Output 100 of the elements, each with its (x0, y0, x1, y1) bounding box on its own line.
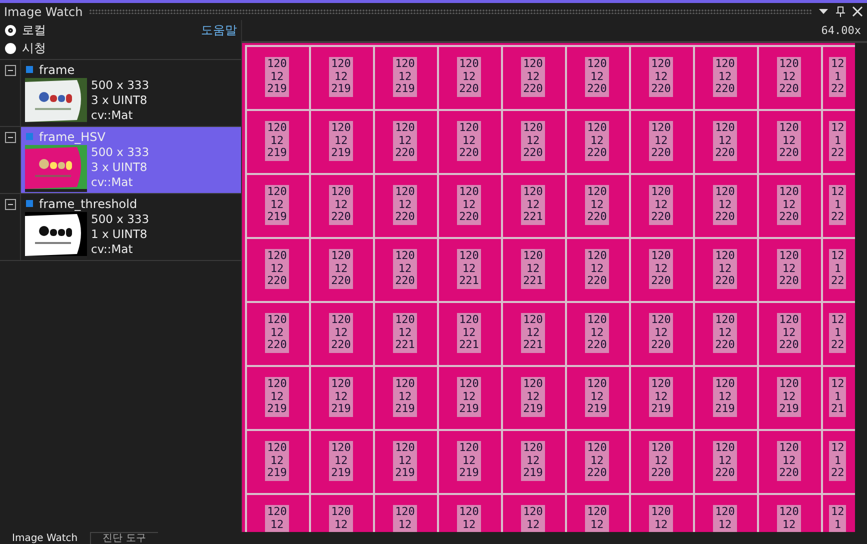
pixel-value: 120 12 221 (521, 249, 545, 288)
pixel-value: 120 12 220 (585, 185, 609, 224)
image-name: frame_HSV (39, 130, 106, 144)
pixel-value: 120 12 219 (393, 377, 417, 416)
radio-label: 시청 (22, 40, 46, 57)
pixel-value: 120 12 219 (393, 57, 417, 96)
image-type: cv::Mat (91, 175, 134, 190)
pixel-value: 120 12 220 (777, 185, 801, 224)
pixel-value: 120 12 220 (585, 441, 609, 480)
window-title: Image Watch (4, 4, 83, 18)
pixel-value: 120 12 (649, 505, 673, 532)
pixel-value: 120 12 220 (777, 121, 801, 160)
pixel-value: 120 12 220 (393, 121, 417, 160)
image-icon (26, 200, 33, 207)
pixel-value: 120 12 219 (329, 377, 353, 416)
pixel-value: 120 12 220 (713, 249, 737, 288)
pin-icon[interactable] (835, 6, 846, 17)
pixel-value: 120 12 220 (457, 185, 481, 224)
pixel-value: 120 12 219 (329, 121, 353, 160)
bottom-tab[interactable]: Image Watch (0, 533, 90, 544)
pixel-value: 120 12 220 (777, 249, 801, 288)
pixel-value: 120 12 220 (649, 249, 673, 288)
image-icon (26, 133, 33, 140)
pixel-value: 120 12 219 (585, 377, 609, 416)
pixel-value: 120 12 219 (457, 377, 481, 416)
pixel-value: 120 12 219 (713, 377, 737, 416)
image-type: cv::Mat (91, 108, 134, 123)
pixel-value: 12 1 22 (829, 249, 846, 288)
pixel-value: 120 12 221 (521, 313, 545, 352)
image-name: frame_threshold (39, 196, 138, 210)
pixel-value: 120 12 (777, 505, 801, 532)
help-link[interactable]: 도움말 (201, 22, 237, 39)
pixel-value: 12 1 (829, 505, 846, 532)
image-channels: 3 x UINT8 (91, 160, 148, 175)
pixel-value: 120 12 220 (521, 57, 545, 96)
pixel-value: 120 12 220 (393, 185, 417, 224)
pixel-value: 120 12 221 (457, 313, 481, 352)
image-list-item[interactable]: frame_HSV 500 x 333 3 x UINT8 cv::Mat (21, 127, 241, 193)
radio-button[interactable] (5, 43, 16, 54)
collapse-toggle[interactable] (4, 65, 16, 76)
image-list-item[interactable]: frame 500 x 333 3 x UINT8 cv::Mat (21, 60, 241, 126)
pixel-value: 120 12 219 (457, 441, 481, 480)
collapse-toggle[interactable] (4, 132, 16, 143)
pixel-value: 120 12 220 (329, 185, 353, 224)
pixel-value: 120 12 (393, 505, 417, 532)
pixel-value: 120 12 219 (393, 441, 417, 480)
pixel-value: 120 12 220 (649, 57, 673, 96)
image-channels: 1 x UINT8 (91, 227, 148, 242)
pixel-value: 120 12 219 (649, 377, 673, 416)
image-icon (26, 66, 33, 73)
collapse-toggle[interactable] (4, 199, 16, 210)
pixel-value: 120 12 (713, 505, 737, 532)
pixel-value: 120 12 (585, 505, 609, 532)
pixel-value: 120 12 220 (649, 121, 673, 160)
image-name: frame (39, 62, 75, 76)
pixel-value: 120 12 219 (777, 377, 801, 416)
pixel-value: 120 12 220 (585, 249, 609, 288)
pixel-value: 120 12 219 (265, 121, 289, 160)
pixel-value: 120 12 220 (457, 57, 481, 96)
pixel-value: 12 1 22 (829, 313, 846, 352)
pixel-value: 120 12 220 (521, 121, 545, 160)
pixel-value: 12 1 21 (829, 377, 846, 416)
pixel-value: 120 12 220 (393, 249, 417, 288)
pixel-value: 120 12 219 (329, 57, 353, 96)
radio-label: 로컬 (22, 22, 46, 39)
pixel-value: 120 12 220 (649, 313, 673, 352)
pixel-value: 120 12 220 (265, 313, 289, 352)
image-list-item[interactable]: frame_threshold 500 x 333 1 x UINT8 cv::Mat (21, 194, 241, 260)
pixel-value: 120 12 219 (265, 185, 289, 224)
image-size: 500 x 333 (91, 78, 150, 93)
close-icon[interactable] (852, 6, 863, 17)
pixel-value: 120 12 221 (521, 185, 545, 224)
radio-button[interactable] (5, 25, 16, 36)
image-channels: 3 x UINT8 (91, 93, 148, 108)
image-type: cv::Mat (91, 242, 134, 257)
pixel-value: 120 12 220 (713, 185, 737, 224)
pixel-value: 120 12 220 (777, 441, 801, 480)
pixel-value: 12 1 22 (829, 185, 846, 224)
pixel-value: 120 12 221 (457, 249, 481, 288)
pixel-value: 120 12 219 (265, 57, 289, 96)
pixel-value: 120 12 220 (713, 57, 737, 96)
pixel-value: 120 12 (521, 505, 545, 532)
pixel-value: 120 12 220 (585, 57, 609, 96)
pixel-value: 120 12 220 (329, 313, 353, 352)
pixel-value: 120 12 220 (329, 249, 353, 288)
pixel-value: 120 12 220 (585, 121, 609, 160)
pixel-value: 120 12 220 (777, 57, 801, 96)
pixel-value: 120 12 221 (393, 313, 417, 352)
pixel-value: 120 12 220 (265, 249, 289, 288)
bottom-tab[interactable]: 진단 도구 (90, 532, 158, 544)
pixel-value: 120 12 220 (649, 185, 673, 224)
pixel-value: 12 1 22 (829, 121, 846, 160)
pixel-value: 12 1 22 (829, 57, 846, 96)
pixel-value: 120 12 220 (713, 121, 737, 160)
pixel-value: 120 12 220 (585, 313, 609, 352)
image-size: 500 x 333 (91, 145, 150, 160)
zoom-level: 64.00x (821, 24, 861, 37)
pixel-value: 12 1 22 (829, 441, 846, 480)
pixel-value: 120 12 220 (713, 441, 737, 480)
pixel-value: 120 12 (329, 505, 353, 532)
